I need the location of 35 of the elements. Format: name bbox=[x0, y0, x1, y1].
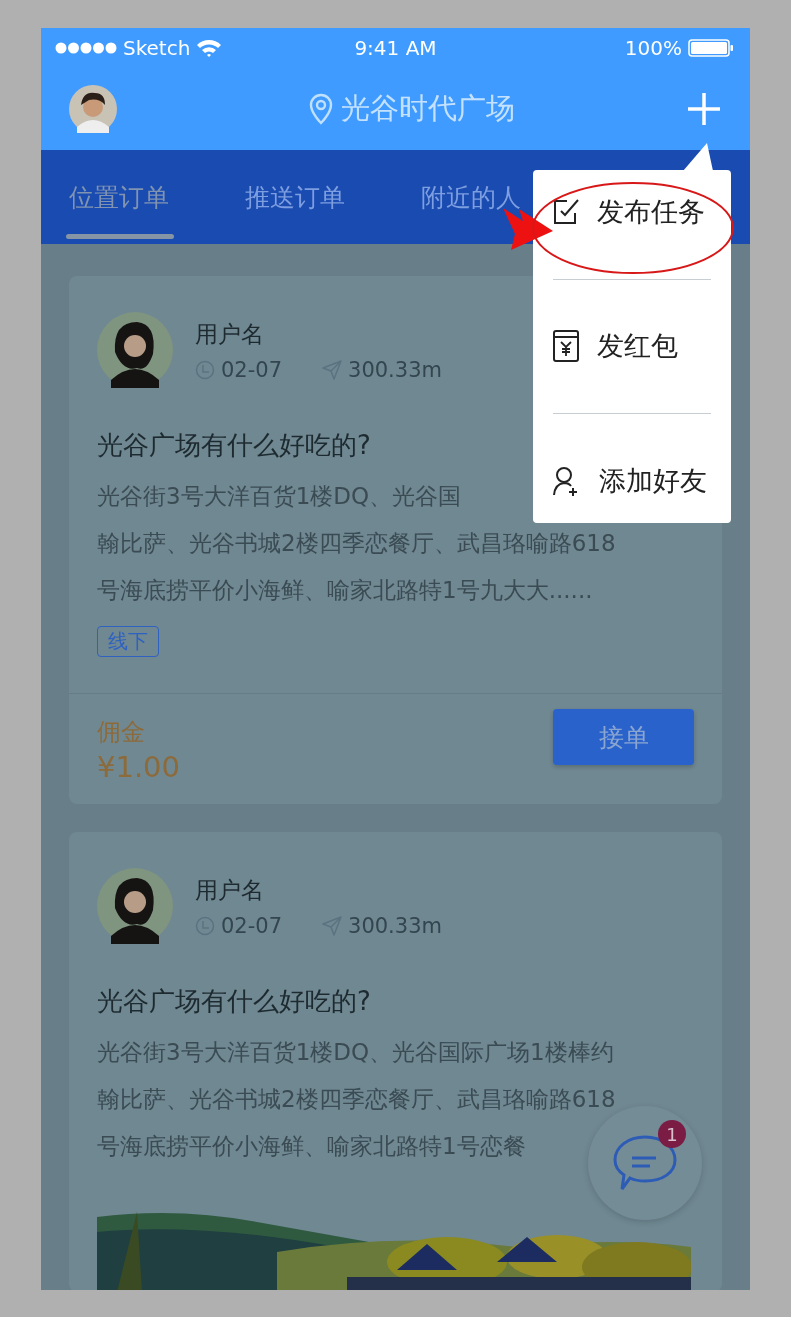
edit-icon bbox=[553, 199, 579, 226]
menu-item[interactable]: 添加好友 bbox=[553, 462, 711, 499]
post-text-line: 翰比萨、光谷书城2楼四季恋餐厅、武昌珞喻路618 bbox=[97, 529, 616, 558]
wifi-icon bbox=[196, 39, 223, 57]
tab[interactable]: 推送订单 bbox=[231, 150, 407, 244]
post-date: 02-07 bbox=[221, 357, 283, 382]
username: 用户名 bbox=[195, 319, 265, 349]
tag: 线下 bbox=[97, 626, 159, 657]
commission-amount: ¥1.00 bbox=[97, 750, 181, 784]
add-icon[interactable] bbox=[687, 92, 721, 126]
carrier-name: Sketch bbox=[123, 36, 191, 60]
annotation-arrow bbox=[503, 208, 553, 250]
tab[interactable]: 位置订单 bbox=[55, 150, 231, 244]
post-title: 光谷广场有什么好吃的? bbox=[97, 985, 372, 1018]
avatar[interactable] bbox=[69, 85, 117, 133]
post-text-line: 号海底捞平价小海鲜、喻家北路特1号九大大...... bbox=[97, 576, 593, 605]
battery-percent: 100% bbox=[624, 36, 682, 60]
location-pin-icon bbox=[309, 93, 333, 125]
post-text-line: 光谷街3号大洋百货1楼DQ、光谷国际广场1楼棒约 bbox=[97, 1038, 614, 1067]
post-text-line: 号海底捞平价小海鲜、喻家北路特1号恋餐 bbox=[97, 1132, 526, 1161]
distance: 300.33m bbox=[348, 913, 442, 938]
post-title: 光谷广场有什么好吃的? bbox=[97, 429, 372, 462]
username: 用户名 bbox=[195, 875, 265, 905]
post-date: 02-07 bbox=[221, 913, 283, 938]
money-envelope-icon bbox=[553, 330, 579, 363]
post-text-line: 光谷街3号大洋百货1楼DQ、光谷国 bbox=[97, 482, 462, 511]
commission-label: 佣金 bbox=[97, 717, 146, 748]
accept-order-button[interactable]: 接单 bbox=[553, 709, 694, 765]
battery-icon bbox=[688, 39, 734, 57]
notification-badge: 1 bbox=[658, 1120, 686, 1148]
distance: 300.33m bbox=[348, 357, 442, 382]
menu-item[interactable]: 发红包 bbox=[553, 328, 711, 365]
signal-icon bbox=[55, 42, 117, 54]
location-title[interactable]: 光谷时代广场 bbox=[341, 89, 515, 129]
clock: 9:41 AM bbox=[353, 36, 438, 60]
